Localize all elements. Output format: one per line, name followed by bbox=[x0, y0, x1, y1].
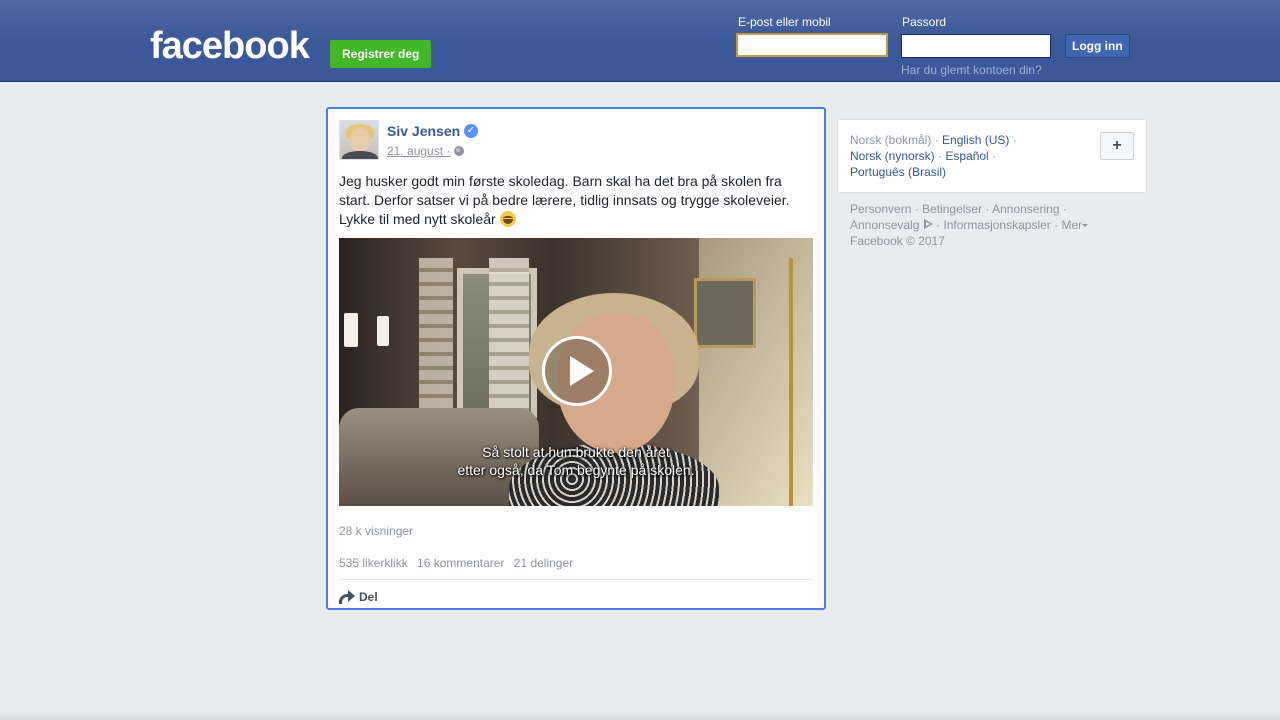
shares-count[interactable]: 21 delinger bbox=[514, 556, 573, 570]
likes-count[interactable]: 535 likerklikk bbox=[339, 556, 408, 570]
footer-link-annonsering[interactable]: Annonsering bbox=[992, 202, 1059, 216]
globe-icon[interactable] bbox=[454, 146, 464, 156]
footer-link-betingelser[interactable]: Betingelser bbox=[922, 202, 982, 216]
engagement-stats: 535 likerklikk 16 kommentarer 21 delinge… bbox=[339, 556, 579, 570]
footer-link-informasjonskapsler[interactable]: Informasjonskapsler bbox=[943, 218, 1050, 232]
footer-link-annonsevalg[interactable]: Annonsevalg bbox=[850, 218, 919, 232]
bottom-shade bbox=[0, 712, 1280, 720]
view-count: 28 k visninger bbox=[339, 524, 414, 538]
divider bbox=[339, 579, 813, 580]
video-subtitle-line2: etter også, da Tom begynte på skolen. bbox=[457, 462, 695, 478]
language-link-portugues[interactable]: Português (Brasil) bbox=[850, 165, 946, 179]
language-list: Norsk (bokmål) · English (US) · Norsk (n… bbox=[850, 133, 1017, 179]
email-label: E-post eller mobil bbox=[738, 15, 831, 29]
facebook-logo[interactable]: facebook bbox=[150, 26, 310, 66]
footer-link-mer[interactable]: Mer bbox=[1061, 218, 1082, 232]
email-field[interactable] bbox=[736, 33, 888, 57]
register-button[interactable]: Registrer deg bbox=[330, 40, 432, 68]
author-name-link[interactable]: Siv Jensen bbox=[387, 123, 460, 139]
author-avatar[interactable] bbox=[339, 120, 379, 160]
copyright: Facebook © 2017 bbox=[850, 234, 945, 248]
current-language: Norsk (bokmål) bbox=[850, 133, 932, 147]
post-card: Siv Jensen ✓ 21. august · Jeg husker god… bbox=[326, 107, 826, 610]
video-player[interactable]: Så stolt at hun brukte den året etter og… bbox=[339, 238, 813, 506]
share-button[interactable]: Del bbox=[339, 587, 378, 607]
adchoices-icon bbox=[923, 219, 933, 229]
share-arrow-icon bbox=[339, 590, 355, 604]
post-text: Jeg husker godt min første skoledag. Bar… bbox=[339, 173, 790, 227]
play-icon[interactable] bbox=[542, 336, 612, 406]
language-link-espanol[interactable]: Español bbox=[945, 149, 988, 163]
language-selector: Norsk (bokmål) · English (US) · Norsk (n… bbox=[837, 119, 1147, 193]
post-body: Jeg husker godt min første skoledag. Bar… bbox=[339, 172, 809, 229]
password-field[interactable] bbox=[901, 34, 1051, 58]
login-button[interactable]: Logg inn bbox=[1065, 34, 1130, 58]
top-bar: facebook Registrer deg E-post eller mobi… bbox=[0, 0, 1280, 82]
verified-icon: ✓ bbox=[464, 124, 478, 138]
language-link-nynorsk[interactable]: Norsk (nynorsk) bbox=[850, 149, 935, 163]
more-languages-button[interactable]: + bbox=[1100, 132, 1134, 160]
share-label: Del bbox=[359, 590, 378, 604]
language-link-english[interactable]: English (US) bbox=[942, 133, 1009, 147]
password-label: Passord bbox=[902, 15, 947, 29]
laughing-emoji-icon bbox=[499, 211, 516, 227]
caret-down-icon bbox=[1082, 224, 1089, 227]
post-date-link[interactable]: 21. august · bbox=[387, 144, 450, 158]
forgot-account-link[interactable]: Har du glemt kontoen din? bbox=[901, 63, 1042, 77]
footer-links: Personvern · Betingelser · Annonsering ·… bbox=[850, 201, 1140, 249]
footer-link-personvern[interactable]: Personvern bbox=[850, 202, 911, 216]
video-subtitle-line1: Så stolt at hun brukte den året bbox=[482, 444, 670, 460]
comments-count[interactable]: 16 kommentarer bbox=[417, 556, 504, 570]
